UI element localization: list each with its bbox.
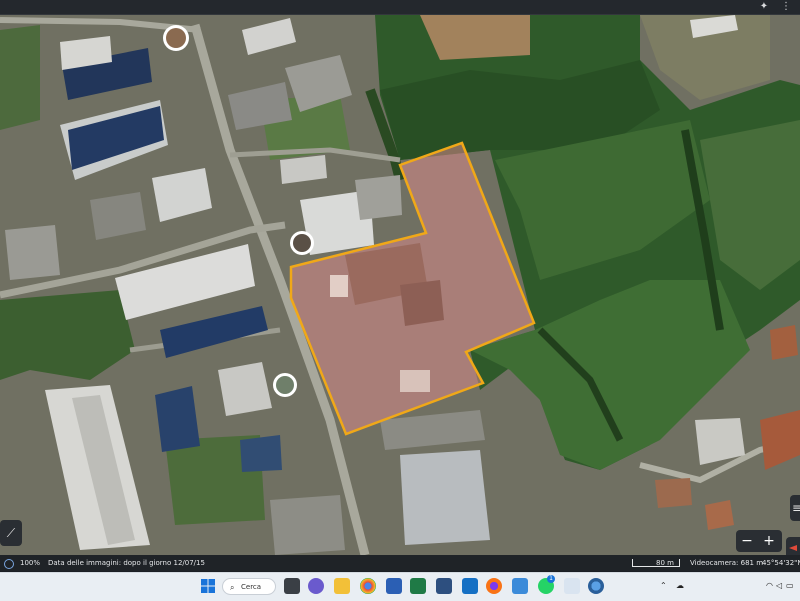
zoom-control: − + bbox=[736, 530, 782, 552]
earth-icon[interactable] bbox=[588, 578, 604, 594]
file-manager-icon[interactable] bbox=[284, 578, 300, 594]
windows-start-icon[interactable] bbox=[200, 578, 216, 594]
elevation-profile-icon[interactable]: ⟋ bbox=[0, 520, 22, 546]
paint-icon[interactable] bbox=[512, 578, 528, 594]
loading-ring-icon bbox=[4, 559, 14, 569]
browser-top-bar: ✦ ⋮ bbox=[0, 0, 800, 15]
zoom-out-button[interactable]: − bbox=[736, 530, 758, 552]
chat-icon[interactable] bbox=[308, 578, 324, 594]
load-percent: 100% bbox=[20, 559, 41, 567]
chrome-icon[interactable] bbox=[360, 578, 376, 594]
taskbar-search[interactable]: ⌕ Cerca bbox=[222, 578, 276, 595]
whatsapp-badge: 1 bbox=[547, 575, 555, 583]
layers-icon[interactable]: ≡ bbox=[790, 495, 800, 521]
map-imagery bbox=[0, 15, 800, 555]
word-icon[interactable] bbox=[386, 578, 402, 594]
battery-icon[interactable]: ▭ bbox=[786, 581, 794, 590]
camera-altitude: Videocamera: 681 m bbox=[690, 559, 764, 567]
taskbar: ⌕ Cerca 1 ⌃ ☁ ◠ ◁ ▭ bbox=[0, 572, 800, 601]
puzzle-icon[interactable]: ✦ bbox=[758, 1, 770, 13]
network-icon[interactable] bbox=[564, 578, 580, 594]
zoom-in-button[interactable]: + bbox=[758, 530, 780, 552]
chevron-up-icon[interactable]: ⌃ bbox=[660, 581, 667, 590]
compass-icon[interactable] bbox=[786, 537, 800, 555]
outlook-icon[interactable] bbox=[462, 578, 478, 594]
firefox-icon[interactable] bbox=[486, 578, 502, 594]
coordinates: 45°54'32"N bbox=[762, 559, 800, 567]
folder-icon[interactable] bbox=[334, 578, 350, 594]
imagery-date: Data delle immagini: dopo il giorno 12/0… bbox=[48, 559, 205, 567]
outlook-icon[interactable] bbox=[436, 578, 452, 594]
more-vert-icon[interactable]: ⋮ bbox=[780, 1, 792, 13]
status-bar: 100% Data delle immagini: dopo il giorno… bbox=[0, 555, 800, 571]
volume-icon[interactable]: ◁ bbox=[776, 581, 782, 590]
scale-bar bbox=[632, 559, 680, 567]
onedrive-icon[interactable]: ☁ bbox=[676, 581, 684, 590]
excel-icon[interactable] bbox=[410, 578, 426, 594]
wifi-icon[interactable]: ◠ bbox=[766, 581, 773, 590]
search-label: Cerca bbox=[241, 583, 262, 591]
search-icon: ⌕ bbox=[230, 583, 235, 592]
satellite-map[interactable]: ⟋ ≡ − + bbox=[0, 15, 800, 555]
